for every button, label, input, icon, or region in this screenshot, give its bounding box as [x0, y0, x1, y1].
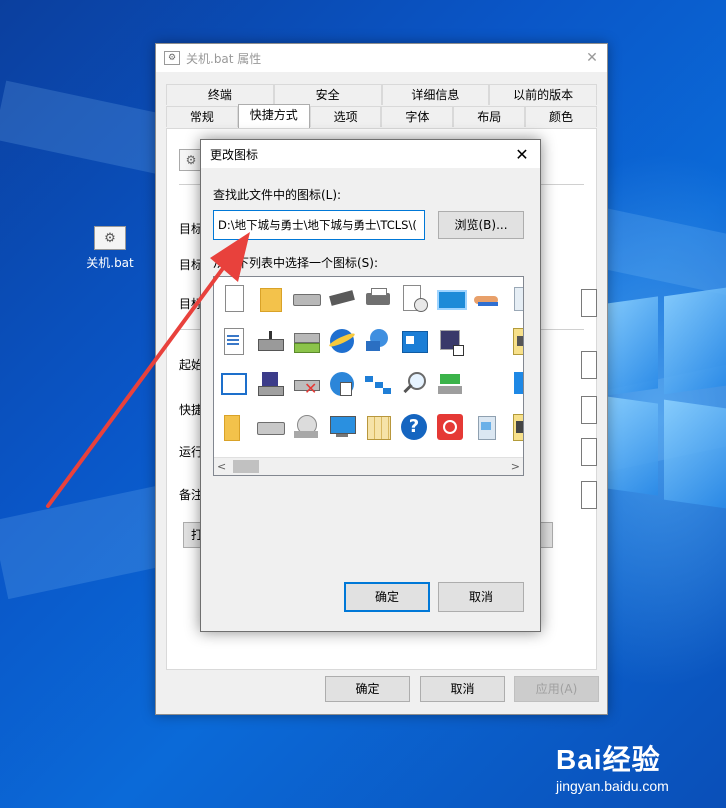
baidu-jingyan-watermark: Bai经验 jingyan.baidu.com — [556, 738, 669, 794]
watermark-url: jingyan.baidu.com — [556, 778, 669, 794]
annotation-arrow — [46, 232, 250, 508]
watermark-brand: Bai经验 — [556, 744, 661, 775]
